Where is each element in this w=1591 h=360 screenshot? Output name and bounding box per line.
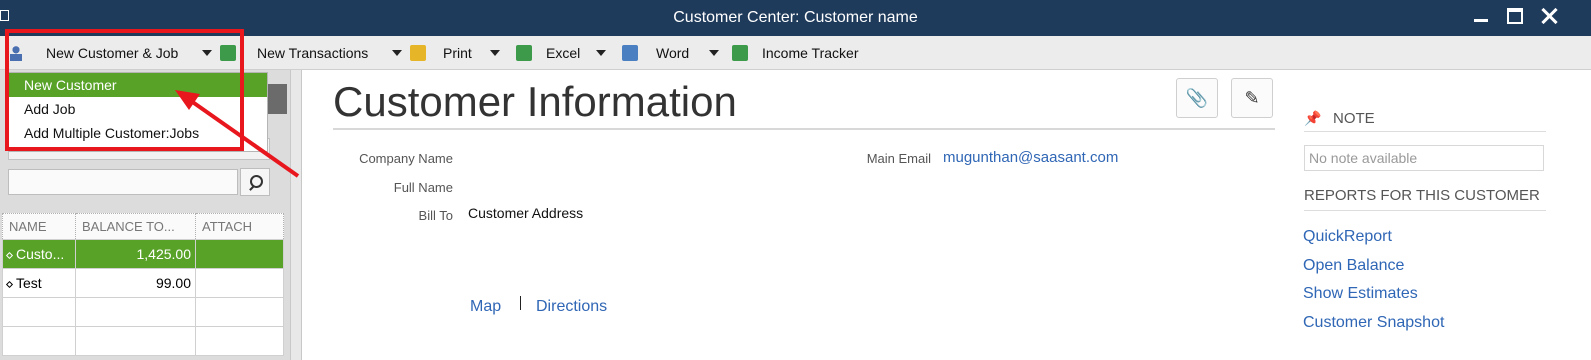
new-transactions-label: New Transactions (257, 45, 369, 61)
excel-button[interactable]: Excel (516, 36, 607, 70)
title-bar: Customer Center: Customer name (0, 0, 1591, 36)
paperclip-icon: 📎 (1185, 87, 1209, 108)
chevron-down-icon[interactable] (489, 50, 500, 56)
maximize-icon[interactable] (1507, 8, 1523, 24)
main-email-link[interactable]: mugunthan@saasant.com (943, 149, 1118, 166)
show-estimates-link[interactable]: Show Estimates (1303, 285, 1418, 303)
chevron-down-icon[interactable] (202, 50, 213, 56)
transactions-icon (220, 45, 236, 61)
company-name-label: Company Name (359, 151, 453, 166)
empty-cell (2, 297, 76, 327)
attach-button[interactable]: 📎 (1176, 78, 1218, 118)
note-header: 📌 NOTE (1304, 108, 1546, 132)
attach-cell[interactable] (195, 268, 284, 298)
link-separator (520, 296, 521, 310)
balance-cell[interactable]: 99.00 (75, 268, 196, 298)
note-title: NOTE (1333, 110, 1375, 127)
table-row[interactable] (2, 326, 284, 356)
printer-icon (410, 45, 426, 61)
column-header-name[interactable]: NAME (2, 213, 76, 240)
word-label: Word (656, 45, 690, 61)
customer-name: Custo... (16, 246, 65, 262)
minimize-icon[interactable] (1473, 8, 1489, 24)
reports-header: REPORTS FOR THIS CUSTOMER (1304, 187, 1546, 211)
edit-button[interactable]: ✎ (1231, 78, 1273, 118)
customer-snapshot-link[interactable]: Customer Snapshot (1303, 314, 1444, 332)
bill-to-value: Customer Address (468, 205, 584, 221)
note-field[interactable]: No note available (1304, 145, 1544, 171)
chevron-down-icon[interactable] (596, 50, 607, 56)
pin-icon: 📌 (1304, 110, 1322, 126)
empty-cell (75, 326, 196, 356)
open-balance-link[interactable]: Open Balance (1303, 257, 1404, 275)
balance-cell[interactable]: 1,425.00 (75, 239, 196, 269)
new-customer-job-button[interactable]: New Customer & Job (8, 36, 213, 70)
chevron-down-icon[interactable] (392, 50, 403, 56)
menu-item-add-multiple-jobs[interactable]: Add Multiple Customer:Jobs (9, 121, 267, 145)
page-title: Customer Information (333, 78, 737, 125)
window-title: Customer Center: Customer name (673, 9, 918, 26)
diamond-icon (5, 280, 14, 288)
quickreport-link[interactable]: QuickReport (1303, 228, 1392, 246)
title-divider (333, 128, 1275, 130)
new-customer-job-label: New Customer & Job (46, 45, 179, 61)
search-icon[interactable] (240, 168, 270, 196)
empty-cell (195, 297, 284, 327)
main-email-label: Main Email (866, 151, 931, 166)
excel-icon (516, 45, 532, 61)
pencil-icon: ✎ (1244, 87, 1260, 108)
chevron-down-icon[interactable] (709, 50, 720, 56)
customer-icon (8, 45, 24, 61)
attach-cell[interactable] (195, 239, 284, 269)
empty-cell (75, 297, 196, 327)
print-label: Print (443, 45, 472, 61)
income-tracker-label: Income Tracker (762, 45, 859, 61)
bill-to-label: Bill To (418, 208, 453, 223)
full-name-label: Full Name (393, 180, 453, 195)
new-customer-job-menu: New Customer Add Job Add Multiple Custom… (8, 72, 268, 152)
splitter[interactable] (290, 70, 302, 360)
print-button[interactable]: Print (410, 36, 500, 70)
menu-item-add-job[interactable]: Add Job (9, 97, 267, 121)
search-input[interactable] (8, 169, 238, 195)
income-tracker-button[interactable]: Income Tracker (732, 36, 858, 70)
toolbar: New Customer & Job New Transactions Prin… (0, 36, 1591, 70)
word-icon (622, 45, 638, 61)
income-tracker-icon (732, 45, 748, 61)
table-row[interactable]: Test 99.00 (2, 268, 284, 298)
map-link[interactable]: Map (470, 298, 501, 316)
table-row[interactable]: Custo... 1,425.00 (2, 239, 284, 269)
directions-link[interactable]: Directions (536, 298, 607, 316)
excel-label: Excel (546, 45, 581, 61)
empty-cell (195, 326, 284, 356)
customer-name-cell[interactable]: Custo... (2, 239, 76, 269)
customer-name: Test (16, 275, 42, 291)
diamond-icon (5, 251, 14, 259)
word-button[interactable]: Word (622, 36, 720, 70)
close-icon[interactable] (1541, 8, 1557, 24)
empty-cell (2, 326, 76, 356)
column-header-attach[interactable]: ATTACH (195, 213, 284, 240)
column-header-balance[interactable]: BALANCE TO... (75, 213, 196, 240)
panel-tab[interactable] (265, 84, 287, 114)
menu-item-new-customer[interactable]: New Customer (9, 73, 267, 97)
table-row[interactable] (2, 297, 284, 327)
customer-table: NAME BALANCE TO... ATTACH Custo... 1,425… (2, 213, 284, 356)
new-transactions-button[interactable]: New Transactions (220, 36, 403, 70)
customer-name-cell[interactable]: Test (2, 268, 76, 298)
